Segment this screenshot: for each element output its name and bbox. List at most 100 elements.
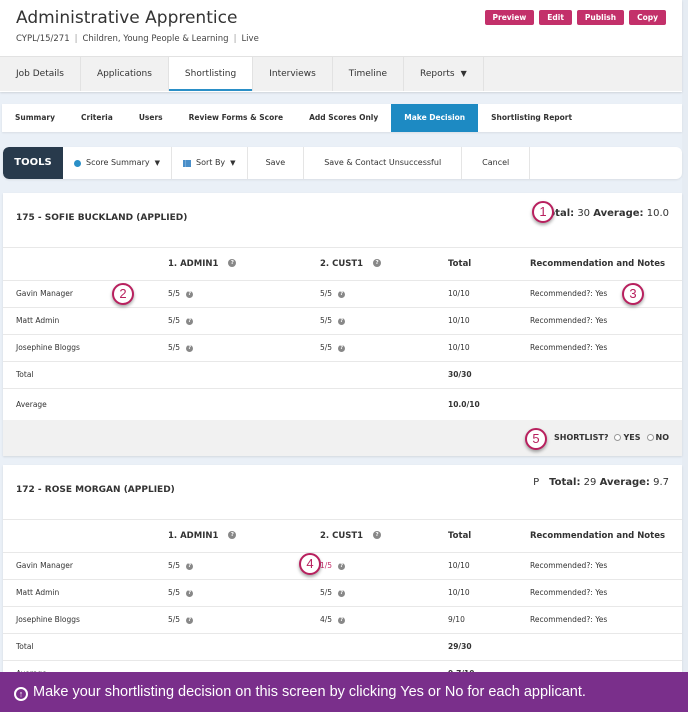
applicant-flag: P — [533, 477, 540, 488]
total-row-label: Total — [3, 361, 168, 389]
tab-reports[interactable]: Reports ▼ — [404, 57, 484, 91]
score-summary-label: Score Summary — [86, 158, 150, 167]
score-cell: 5/5? — [320, 334, 448, 362]
help-icon[interactable]: ? — [186, 616, 194, 624]
average-row-label: Average — [3, 660, 168, 672]
row-total: 9/10 — [448, 606, 530, 634]
grid-icon — [183, 159, 191, 167]
help-icon[interactable]: ? — [338, 344, 346, 352]
subnav-summary[interactable]: Summary — [2, 104, 68, 132]
average-label: Average: — [593, 208, 644, 219]
subnav-add-scores[interactable]: Add Scores Only — [296, 104, 391, 132]
copy-button[interactable]: Copy — [629, 10, 666, 25]
score-cell: 5/5? — [168, 307, 320, 335]
instruction-banner: ↑ Make your shortlisting decision on this… — [0, 672, 688, 712]
callout-marker: 5 — [525, 428, 547, 450]
recommendation: Recommended?: Yes — [530, 280, 682, 308]
tools-bar: TOOLS Score Summary ▼ Sort By ▼ Save Sav… — [3, 147, 682, 179]
help-icon[interactable]: ? — [186, 317, 194, 325]
banner-text: Make your shortlisting decision on this … — [33, 684, 586, 700]
average-row: Average 10.0/10 — [3, 388, 682, 420]
preview-button[interactable]: Preview — [484, 10, 535, 25]
applicant-name: 172 - ROSE MORGAN (APPLIED) — [16, 485, 175, 495]
shortlist-no-radio[interactable]: NO — [646, 433, 669, 442]
tab-shortlisting[interactable]: Shortlisting — [168, 57, 254, 91]
job-ref: CYPL/15/271 — [16, 34, 70, 44]
job-meta: CYPL/15/271 | Children, Young People & Lea… — [16, 34, 259, 44]
edit-button[interactable]: Edit — [539, 10, 572, 25]
score: 5/5 — [168, 343, 181, 352]
score-cell: 5/5? — [320, 280, 448, 308]
save-contact-unsuccessful-button[interactable]: Save & Contact Unsuccessful — [304, 147, 463, 179]
table-header-row: 1. ADMIN1? 2. CUST1? Total Recommendatio… — [3, 248, 682, 281]
caret-down-icon: ▼ — [230, 159, 236, 167]
callout-marker: 1 — [532, 201, 554, 223]
shortlist-yes-radio[interactable]: YES — [614, 433, 641, 442]
help-icon[interactable]: ? — [186, 589, 194, 597]
table-row: Josephine Bloggs 5/5? 4/5? 9/10 Recommen… — [3, 606, 682, 634]
help-icon[interactable]: ? — [228, 531, 237, 540]
table-row: Josephine Bloggs 5/5? 5/5? 10/10 Recomme… — [3, 334, 682, 362]
help-icon[interactable]: ? — [338, 317, 346, 325]
sort-by-dropdown[interactable]: Sort By ▼ — [172, 147, 248, 179]
help-icon[interactable]: ? — [373, 531, 382, 540]
score-highlighted: 1/5 — [320, 561, 333, 570]
subnav-users[interactable]: Users — [126, 104, 176, 132]
applicant-card: 175 - SOFIE BUCKLAND (APPLIED) Total: 30… — [3, 193, 682, 456]
arrow-up-circle-icon: ↑ — [14, 687, 28, 701]
average-row-value: 10.0/10 — [448, 399, 480, 409]
plus-circle-icon — [74, 159, 81, 167]
score-summary-dropdown[interactable]: Score Summary ▼ — [63, 147, 172, 179]
table-row: Matt Admin 5/5? 5/5? 10/10 Recommended?:… — [3, 579, 682, 607]
save-button[interactable]: Save — [248, 147, 305, 179]
score-cell: 5/5? — [168, 606, 320, 634]
subnav-shortlisting-report[interactable]: Shortlisting Report — [478, 104, 585, 132]
column-label: 1. ADMIN1 — [168, 258, 219, 269]
publish-button[interactable]: Publish — [576, 10, 625, 25]
callout-marker: 4 — [299, 553, 321, 575]
average-label: Average: — [599, 477, 650, 488]
help-icon[interactable]: ? — [186, 562, 194, 570]
help-icon[interactable]: ? — [338, 290, 346, 298]
recommendation: Recommended?: Yes — [530, 307, 682, 335]
tab-reports-label: Reports — [420, 69, 455, 79]
help-icon[interactable]: ? — [373, 259, 382, 268]
score-cell: 5/5? — [168, 334, 320, 362]
help-icon[interactable]: ? — [186, 344, 194, 352]
score: 5/5 — [168, 561, 181, 570]
help-icon[interactable]: ? — [338, 562, 346, 570]
help-icon[interactable]: ? — [338, 616, 346, 624]
recommendation: Recommended?: Yes — [530, 606, 682, 634]
help-icon[interactable]: ? — [338, 589, 346, 597]
caret-down-icon: ▼ — [460, 69, 467, 78]
column-label: 1. ADMIN1 — [168, 530, 219, 541]
help-icon[interactable]: ? — [228, 259, 237, 268]
reviewer-name: Gavin Manager — [3, 280, 168, 308]
tools-label: TOOLS — [3, 147, 63, 179]
row-total: 10/10 — [448, 307, 530, 335]
average-row-label: Average — [16, 399, 47, 409]
tab-applications[interactable]: Applications — [81, 57, 169, 91]
tab-interviews[interactable]: Interviews — [253, 57, 333, 91]
table-row: Gavin Manager 5/5? 5/5? 10/10 Recommende… — [3, 280, 682, 308]
subnav-review-forms[interactable]: Review Forms & Score — [176, 104, 296, 132]
tab-job-details[interactable]: Job Details — [0, 57, 81, 91]
score-cell: 5/5? — [168, 552, 320, 580]
total-label: Total: — [549, 477, 581, 488]
column-header: 2. CUST1? — [320, 248, 448, 281]
recommendation: Recommended?: Yes — [530, 579, 682, 607]
subnav-make-decision[interactable]: Make Decision — [391, 104, 479, 132]
subnav-criteria[interactable]: Criteria — [68, 104, 126, 132]
cancel-button[interactable]: Cancel — [462, 147, 531, 179]
scrollbar-track[interactable] — [682, 0, 688, 672]
column-header: 2. CUST1? — [320, 520, 448, 553]
tab-timeline[interactable]: Timeline — [333, 57, 405, 91]
score-table: 1. ADMIN1? 2. CUST1? Total Recommendatio… — [3, 520, 682, 672]
callout-marker: 2 — [112, 283, 134, 305]
score: 5/5 — [320, 343, 333, 352]
radio-label: YES — [623, 433, 641, 442]
reviewer-name: Josephine Bloggs — [3, 606, 168, 634]
help-icon[interactable]: ? — [186, 290, 194, 298]
callout-marker: 3 — [622, 283, 644, 305]
score: 5/5 — [168, 615, 181, 624]
